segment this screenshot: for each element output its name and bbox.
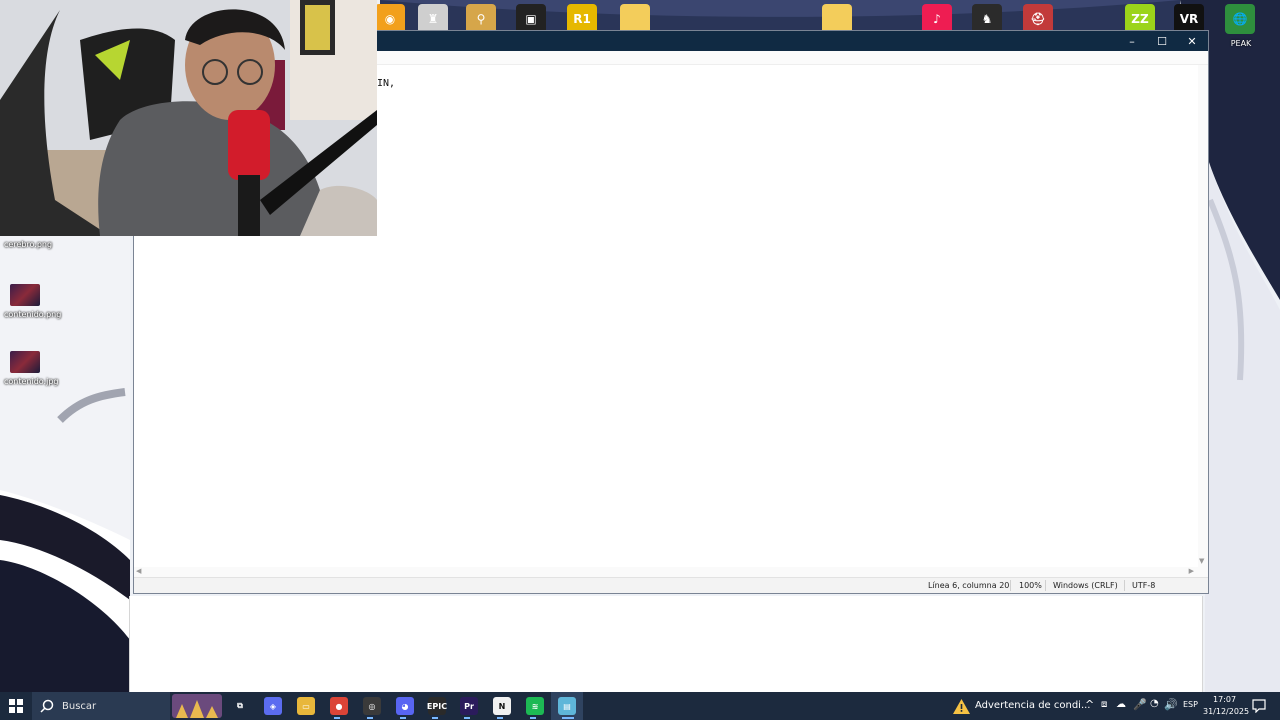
running-indicator: [367, 717, 373, 719]
encoding: UTF-8: [1132, 581, 1156, 590]
obs-icon[interactable]: ◎: [363, 697, 381, 715]
chevron-up-icon[interactable]: ^: [1085, 698, 1094, 711]
premiere-icon[interactable]: Pr: [460, 697, 478, 715]
search-placeholder: Buscar: [62, 700, 97, 712]
cursor-position: Línea 6, columna 20: [928, 581, 1010, 590]
notepad-icon[interactable]: ▤: [558, 697, 576, 715]
epic-games-icon[interactable]: EPIC: [427, 697, 447, 715]
scroll-left-icon[interactable]: ◀: [136, 567, 141, 575]
start-button[interactable]: [0, 692, 32, 720]
peak-label: PEAK: [1230, 39, 1252, 48]
maximize-button[interactable]: ☐: [1147, 31, 1177, 51]
vertical-scrollbar[interactable]: ▼: [1198, 65, 1208, 567]
desktop-icon-contenido-png[interactable]: contenido.png: [4, 284, 62, 319]
webcam-overlay: [0, 0, 377, 236]
background-window: [129, 596, 1203, 692]
image-thumbnail: [10, 351, 40, 373]
editor-text-line: IN,: [377, 78, 396, 89]
copilot-icon[interactable]: ◈: [264, 697, 282, 715]
volume-icon[interactable]: 🔊: [1164, 698, 1178, 711]
running-indicator: [562, 717, 574, 719]
desktop-icon-label: contenido.jpg: [4, 377, 59, 386]
minimize-button[interactable]: –: [1117, 31, 1147, 51]
running-indicator: [400, 717, 406, 719]
desktop-icon-cerebro[interactable]: cerebro.png: [4, 236, 53, 249]
taskbar-search[interactable]: Buscar: [32, 692, 170, 720]
device-icon[interactable]: ⧈: [1101, 699, 1107, 710]
line-ending: Windows (CRLF): [1053, 581, 1118, 590]
clock-time[interactable]: 17:07: [1213, 695, 1236, 704]
scroll-down-icon[interactable]: ▼: [1199, 557, 1204, 565]
windows-icon: [9, 699, 23, 713]
desktop-icon-label: contenido.png: [4, 310, 62, 319]
status-bar: Línea 6, columna 20 100% Windows (CRLF) …: [134, 577, 1208, 593]
language-indicator[interactable]: ESP: [1183, 700, 1198, 709]
close-button[interactable]: ✕: [1177, 31, 1207, 51]
notion-icon[interactable]: N: [493, 697, 511, 715]
running-indicator: [464, 717, 470, 719]
chrome-icon[interactable]: ●: [330, 697, 348, 715]
running-indicator: [432, 717, 438, 719]
microphone-icon[interactable]: 🎤: [1133, 698, 1147, 711]
search-highlight-icon[interactable]: [172, 694, 222, 718]
notifications-icon[interactable]: [1252, 699, 1266, 713]
discord-icon[interactable]: ◕: [396, 697, 414, 715]
warning-icon[interactable]: [953, 699, 970, 714]
horizontal-scrollbar[interactable]: ◀ ▶: [134, 567, 1208, 577]
zoom-level: 100%: [1019, 581, 1042, 590]
search-icon: [40, 699, 54, 713]
cloud-icon[interactable]: ☁: [1116, 699, 1126, 710]
desktop-icon-contenido-jpg[interactable]: contenido.jpg: [4, 351, 59, 386]
scroll-right-icon[interactable]: ▶: [1189, 567, 1194, 575]
running-indicator: [530, 717, 536, 719]
peak-icon[interactable]: 🌐: [1225, 4, 1255, 34]
spotify-icon[interactable]: ≋: [526, 697, 544, 715]
desktop-icon-label: cerebro.png: [4, 240, 53, 249]
running-indicator: [334, 717, 340, 719]
warning-text[interactable]: Advertencia de condi...: [975, 700, 1090, 711]
task-view-icon[interactable]: ⧉: [231, 697, 249, 715]
image-thumbnail: [10, 284, 40, 306]
taskbar: Buscar ⧉ ◈ ▭ ● ◎ ◕ EPIC Pr N ≋ ▤ Advertencia de co…: [0, 692, 1280, 720]
running-indicator: [497, 717, 503, 719]
file-explorer-icon[interactable]: ▭: [297, 697, 315, 715]
wifi-icon[interactable]: ◔: [1150, 698, 1159, 709]
clock-date[interactable]: 31/12/2025: [1203, 707, 1249, 716]
